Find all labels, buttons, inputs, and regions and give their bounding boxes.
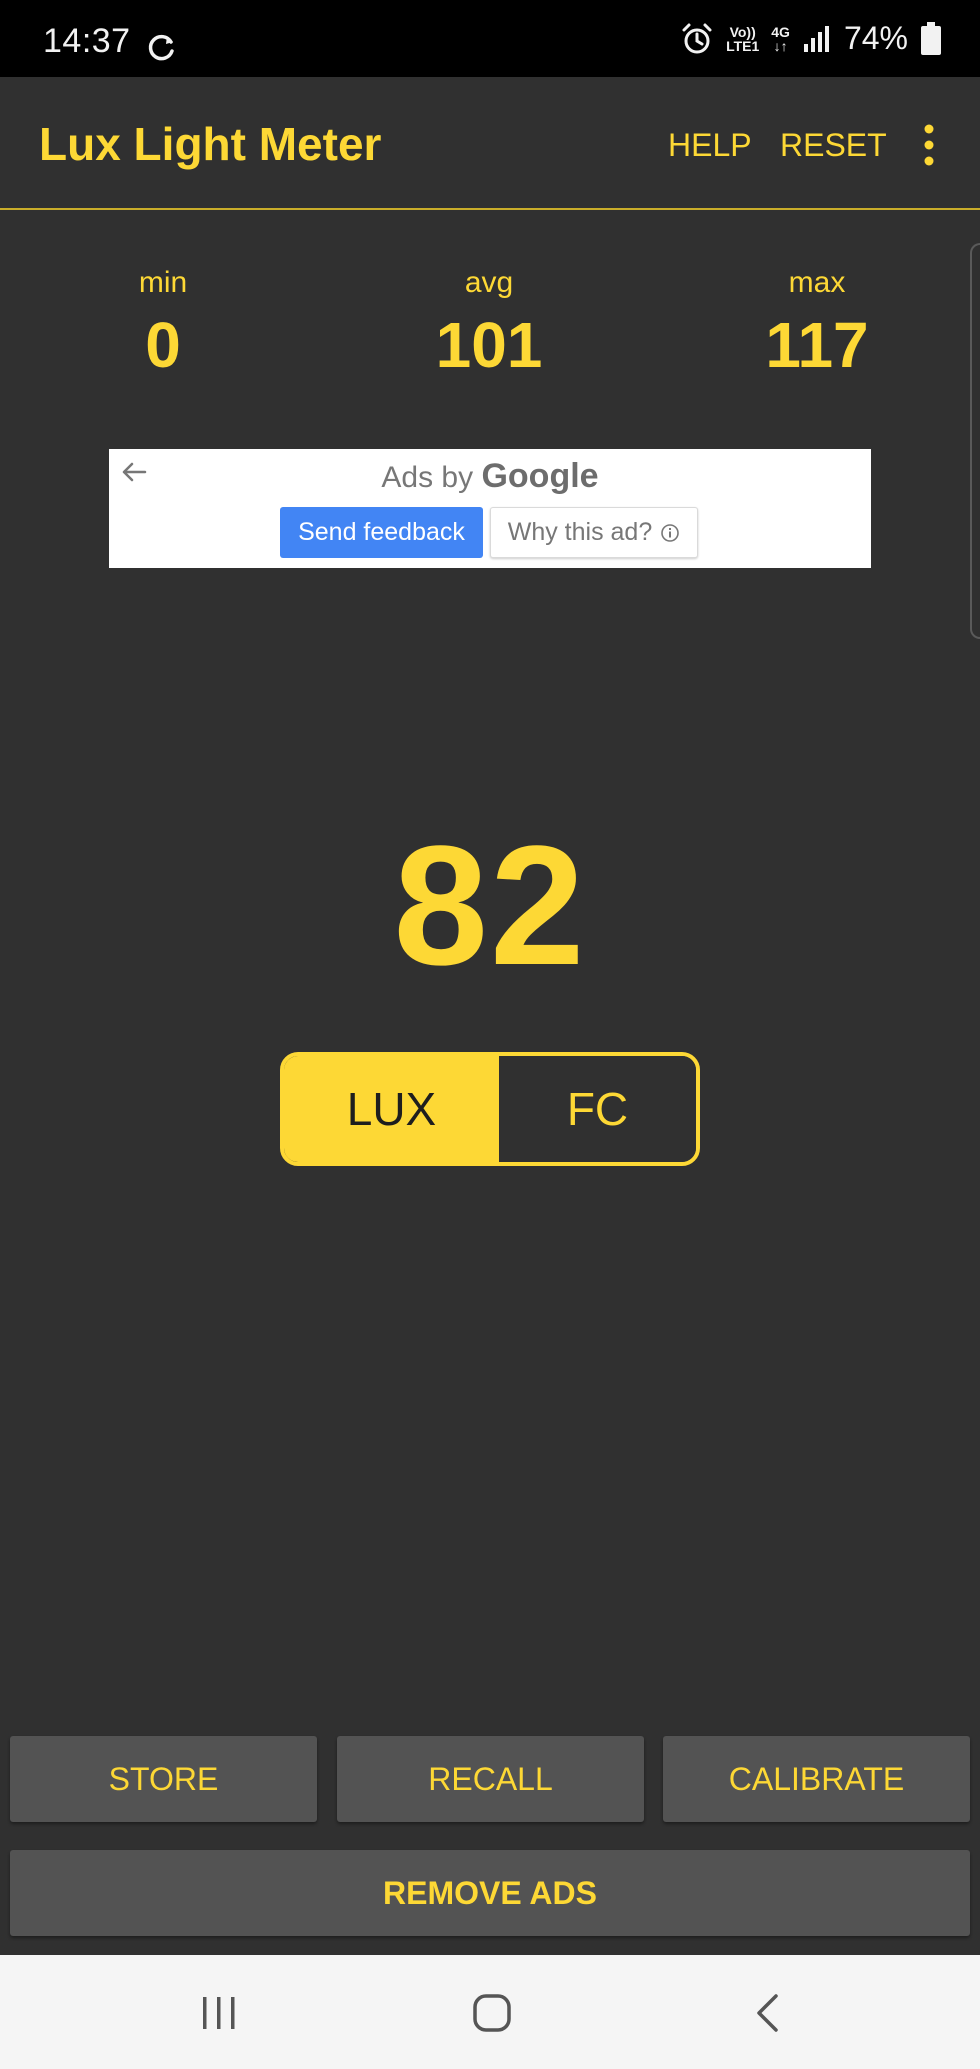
recall-button[interactable]: RECALL	[337, 1736, 644, 1822]
ad-title: Ads by Google	[109, 457, 871, 496]
ad-prefix: Ads by	[381, 461, 482, 494]
help-button[interactable]: HELP	[668, 127, 752, 164]
ad-banner[interactable]: Ads by Google Send feedback Why this ad?	[109, 449, 871, 568]
signal-icon	[803, 25, 829, 52]
unit-toggle[interactable]: LUX FC	[280, 1052, 700, 1166]
why-this-ad-label: Why this ad?	[507, 518, 653, 546]
scroll-indicator[interactable]	[970, 243, 980, 639]
unit-lux-option[interactable]: LUX	[284, 1056, 499, 1162]
home-icon[interactable]	[472, 1993, 512, 2033]
more-vert-icon[interactable]	[915, 123, 943, 167]
stat-avg-value: 101	[435, 309, 543, 381]
stat-min-label: min	[138, 266, 188, 299]
data-arrows-icon: ↓↑	[773, 37, 788, 54]
sync-icon	[148, 34, 174, 61]
status-bar: 14:37 Vo)) LTE1 4G ↓↑ 74%	[0, 0, 980, 77]
data-indicator: 4G ↓↑	[771, 25, 790, 53]
reset-button[interactable]: RESET	[780, 127, 887, 164]
battery-icon	[921, 21, 941, 55]
remove-ads-button[interactable]: REMOVE ADS	[10, 1850, 970, 1936]
status-time: 14:37	[43, 22, 131, 60]
battery-percent: 74%	[843, 20, 908, 56]
stat-max-value: 117	[765, 309, 869, 381]
send-feedback-label: Send feedback	[298, 518, 465, 546]
app-title: Lux Light Meter	[39, 118, 382, 170]
store-button[interactable]: STORE	[10, 1736, 317, 1822]
app-bar: Lux Light Meter HELP RESET	[0, 77, 980, 210]
send-feedback-button[interactable]: Send feedback	[280, 507, 483, 558]
why-this-ad-button[interactable]: Why this ad?	[490, 507, 698, 558]
lte-label: LTE1	[726, 37, 760, 54]
info-icon	[661, 523, 680, 542]
stat-min-value: 0	[145, 309, 181, 381]
stat-min: min 0	[63, 266, 263, 382]
stat-avg: avg 101	[389, 266, 589, 382]
recents-icon[interactable]	[199, 1995, 239, 2031]
calibrate-button[interactable]: CALIBRATE	[663, 1736, 970, 1822]
stat-max-label: max	[788, 266, 846, 299]
google-logo: Google	[481, 457, 599, 495]
stat-avg-label: avg	[464, 266, 514, 299]
unit-fc-label: FC	[566, 1083, 629, 1135]
navigation-bar	[0, 1955, 980, 2069]
unit-fc-option[interactable]: FC	[499, 1056, 696, 1162]
lux-reading: 82	[393, 811, 587, 1001]
alarm-icon	[682, 23, 712, 53]
network-indicator: Vo)) LTE1	[726, 25, 759, 53]
data-type-label: 4G	[771, 23, 790, 40]
volte-label: Vo))	[729, 23, 756, 40]
unit-lux-label: LUX	[346, 1083, 437, 1135]
back-icon[interactable]	[752, 1993, 782, 2033]
status-icons: Vo)) LTE1 4G ↓↑ 74%	[680, 20, 942, 57]
stat-max: max 117	[717, 266, 917, 382]
